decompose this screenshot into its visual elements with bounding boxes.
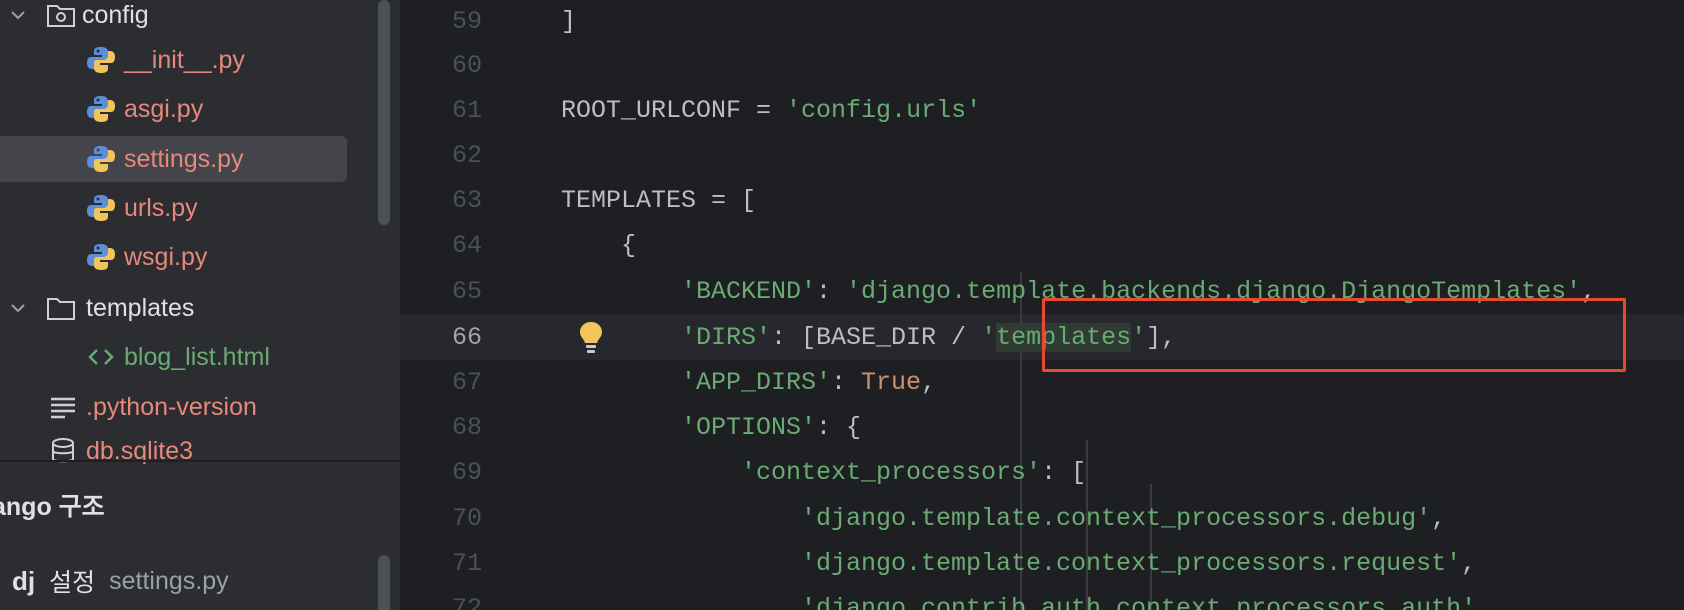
line-number: 65 — [451, 276, 482, 306]
code-line-70[interactable]: 70 'django.template.context_processors.d… — [400, 495, 1684, 541]
code-line-63[interactable]: 63 TEMPLATES = [ — [400, 177, 1684, 223]
tree-item-wsgi-py[interactable]: wsgi.py — [0, 234, 400, 280]
tree-item-urls-py[interactable]: urls.py — [0, 185, 400, 231]
code-line-60[interactable]: 60 — [400, 42, 1684, 88]
python-icon — [86, 193, 116, 223]
folder-icon — [46, 295, 76, 321]
line-number: 72 — [451, 593, 482, 610]
line-number: 63 — [451, 185, 482, 215]
tree-item-config[interactable]: config — [0, 0, 400, 38]
tree-item-label: wsgi.py — [124, 242, 208, 271]
tree-item-asgi-py[interactable]: asgi.py — [0, 86, 400, 132]
code-line-59[interactable]: 59 ] — [400, 0, 1684, 44]
annotation-highlight-box — [1042, 298, 1626, 372]
tree-item-label: .python-version — [86, 392, 257, 421]
line-number: 60 — [451, 50, 482, 80]
tree-item-python-version[interactable]: .python-version — [0, 384, 400, 430]
code-text: 'context_processors': [ — [741, 457, 1087, 487]
code-line-69[interactable]: 69 'context_processors': [ — [400, 449, 1684, 495]
code-text: 'APP_DIRS': True, — [681, 367, 937, 397]
python-icon — [86, 242, 116, 272]
code-line-72[interactable]: 72 'django.contrib.auth.context_processo… — [400, 585, 1684, 610]
code-text: ] — [561, 6, 577, 36]
line-number: 70 — [451, 503, 482, 533]
line-number: 61 — [451, 95, 482, 125]
structure-item-name: 설정 — [49, 569, 96, 597]
tree-item-db-sqlite3[interactable]: db.sqlite3 — [0, 428, 400, 474]
python-icon — [86, 45, 116, 75]
tree-item-label: asgi.py — [124, 94, 204, 123]
code-text: 'django.template.context_processors.debu… — [801, 503, 1447, 533]
line-number: 62 — [451, 140, 482, 170]
html-tag-icon — [86, 342, 116, 372]
lightbulb-icon[interactable] — [576, 320, 606, 356]
project-sidebar: config __init__.py asgi.py settings.py u… — [0, 0, 400, 610]
code-text: ROOT_URLCONF = 'config.urls' — [561, 95, 982, 125]
tree-item-settings-py[interactable]: settings.py — [0, 136, 400, 182]
code-line-61[interactable]: 61 ROOT_URLCONF = 'config.urls' — [400, 87, 1684, 133]
tree-item-templates[interactable]: templates — [0, 285, 400, 331]
line-number: 59 — [451, 6, 482, 36]
code-text: { — [621, 230, 637, 260]
tree-item-blog-list-html[interactable]: blog_list.html — [0, 334, 400, 380]
line-number: 68 — [451, 412, 482, 442]
tree-item-label: blog_list.html — [124, 342, 270, 371]
tree-item-init-py[interactable]: __init__.py — [0, 37, 400, 83]
line-number: 66 — [451, 322, 482, 352]
tree-item-label: config — [82, 0, 149, 29]
code-text: TEMPLATES = [ — [561, 185, 757, 215]
folder-settings-icon — [46, 2, 76, 28]
line-number: 71 — [451, 548, 482, 578]
code-line-64[interactable]: 64 { — [400, 222, 1684, 268]
tree-item-label: settings.py — [124, 144, 244, 173]
tree-item-label: templates — [86, 293, 195, 322]
code-line-68[interactable]: 68 'OPTIONS': { — [400, 404, 1684, 450]
line-number: 64 — [451, 230, 482, 260]
structure-panel-title: ango 구조 — [0, 493, 105, 521]
python-icon — [86, 94, 116, 124]
code-editor[interactable]: 59 ] 60 61 ROOT_URLCONF = 'config.urls' … — [400, 0, 1684, 610]
chevron-down-icon[interactable] — [6, 3, 30, 27]
code-text: 'django.contrib.auth.context_processors.… — [801, 593, 1492, 610]
panel-divider[interactable] — [0, 460, 400, 462]
code-line-71[interactable]: 71 'django.template.context_processors.r… — [400, 540, 1684, 586]
text-lines-icon — [48, 392, 78, 422]
tree-item-label: __init__.py — [124, 45, 245, 74]
code-line-62[interactable]: 62 — [400, 132, 1684, 178]
code-text: 'django.template.context_processors.requ… — [801, 548, 1477, 578]
code-text: 'OPTIONS': { — [681, 412, 862, 442]
chevron-down-icon[interactable] — [6, 296, 30, 320]
structure-scrollbar[interactable] — [378, 555, 390, 610]
django-badge: dj — [12, 565, 36, 596]
tree-item-label: urls.py — [124, 193, 198, 222]
python-icon — [86, 144, 116, 174]
structure-item-file: settings.py — [109, 566, 229, 595]
structure-item[interactable]: dj 설정 settings.py — [12, 563, 229, 599]
line-number: 69 — [451, 457, 482, 487]
line-number: 67 — [451, 367, 482, 397]
tree-scrollbar[interactable] — [378, 0, 390, 225]
